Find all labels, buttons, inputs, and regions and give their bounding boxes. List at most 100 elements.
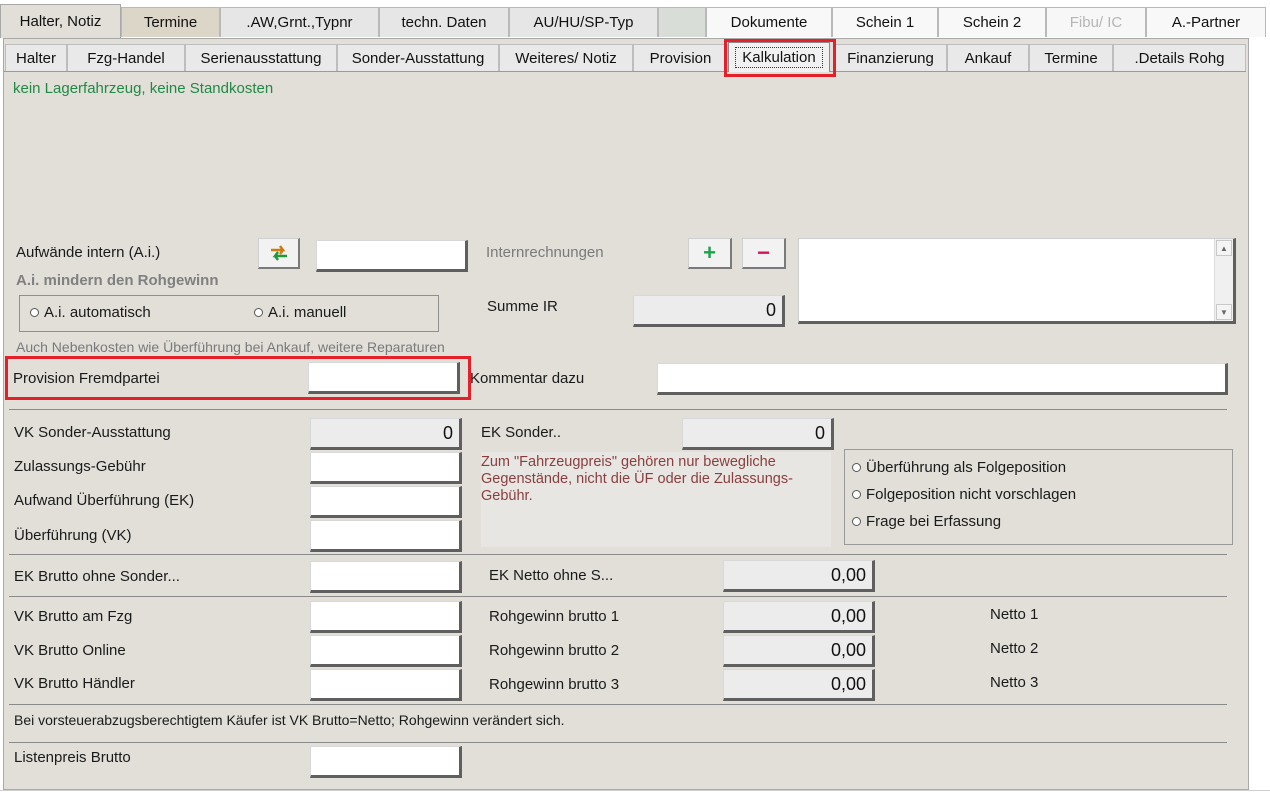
subtab-serienausstattung[interactable]: Serienausstattung: [185, 44, 337, 72]
add-internrechnung-button[interactable]: +: [688, 238, 732, 269]
subtab-label: Serienausstattung: [200, 50, 322, 67]
top-tab-bar: Halter, Notiz Termine .AW,Grnt.,Typnr te…: [0, 0, 1270, 38]
subtab-kalkulation[interactable]: Kalkulation: [728, 42, 830, 72]
radio-ueberfuehrung-folgeposition[interactable]: Überführung als Folgeposition: [852, 459, 1066, 476]
rohgewinn-2-field: 0,00: [723, 635, 875, 667]
tab-label: Schein 2: [962, 14, 1022, 31]
aufwand-ueberfuehrung-input[interactable]: [310, 486, 462, 518]
tab-label: Fibu/ IC: [1069, 14, 1123, 31]
radio-dot-icon: [254, 307, 263, 317]
ek-netto-label: EK Netto ohne S...: [489, 567, 614, 584]
kommentar-input[interactable]: [657, 363, 1228, 395]
subtab-label: Weiteres/ Notiz: [515, 50, 617, 67]
subtab-label: Halter: [15, 50, 56, 67]
listenpreis-input[interactable]: [310, 746, 462, 778]
tab-fibu-ic[interactable]: Fibu/ IC: [1046, 7, 1146, 37]
subtab-label: Ankauf: [964, 50, 1012, 67]
tab-label: Termine: [143, 14, 198, 31]
rohgewinn-3-label: Rohgewinn brutto 3: [489, 676, 620, 693]
aufwand-ueberfuehrung-label: Aufwand Überführung (EK): [14, 492, 195, 509]
tab-label: techn. Daten: [401, 14, 487, 31]
rohgewinn-1-label: Rohgewinn brutto 1: [489, 608, 620, 625]
subtab-finanzierung[interactable]: Finanzierung: [834, 44, 947, 72]
tab-schein-2[interactable]: Schein 2: [938, 7, 1046, 37]
ek-brutto-input[interactable]: [310, 561, 462, 593]
subtab-termine[interactable]: Termine: [1029, 44, 1113, 72]
aufwaende-input[interactable]: [316, 240, 468, 272]
radio-label: Überführung als Folgeposition: [866, 459, 1067, 476]
subtab-label: Termine: [1044, 50, 1098, 67]
divider: [9, 596, 1227, 597]
window-bottom-edge: [0, 790, 1270, 811]
subtab-sonder-ausstattung[interactable]: Sonder-Ausstattung: [337, 44, 499, 72]
scroll-down-icon[interactable]: ▼: [1216, 304, 1232, 320]
aufwaende-label: Aufwände intern (A.i.): [16, 244, 161, 261]
radio-label: A.i. manuell: [268, 304, 347, 321]
info-text: Zum "Fahrzeugpreis" gehören nur beweglic…: [481, 454, 793, 504]
subtab-label: Provision: [649, 50, 712, 67]
subtab-details-rohg[interactable]: .Details Rohg: [1113, 44, 1246, 72]
vk-sonder-label: VK Sonder-Ausstattung: [14, 424, 171, 441]
subtab-label: Kalkulation: [735, 47, 823, 68]
radio-ai-automatisch[interactable]: A.i. automatisch: [30, 304, 151, 321]
subtab-label: Sonder-Ausstattung: [351, 50, 485, 67]
scroll-up-icon[interactable]: ▲: [1216, 240, 1232, 256]
subtab-provision[interactable]: Provision: [633, 44, 728, 72]
radio-label: Folgeposition nicht vorschlagen: [866, 486, 1077, 503]
radio-dot-icon: [852, 462, 861, 472]
window-right-edge: [1250, 38, 1270, 790]
tab-techn-daten[interactable]: techn. Daten: [379, 7, 509, 37]
rohgewinn-3-field: 0,00: [723, 669, 875, 701]
radio-dot-icon: [852, 516, 861, 526]
rohgewinn-1-value: 0,00: [830, 605, 866, 626]
remove-internrechnung-button[interactable]: −: [742, 238, 786, 269]
status-text: kein Lagerfahrzeug, keine Standkosten: [13, 80, 274, 97]
tab-label: A.-Partner: [1171, 14, 1241, 31]
subtab-label: Finanzierung: [847, 50, 934, 67]
ek-sonder-label: EK Sonder..: [481, 424, 562, 441]
subtab-weiteres-notiz[interactable]: Weiteres/ Notiz: [499, 44, 633, 72]
internrechnungen-label: Internrechnungen: [486, 244, 604, 261]
subtab-ankauf[interactable]: Ankauf: [947, 44, 1029, 72]
netto-1-label: Netto 1: [990, 606, 1039, 623]
tab-termine[interactable]: Termine: [121, 7, 220, 37]
tab-aw-grnt-typnr[interactable]: .AW,Grnt.,Typnr: [220, 7, 379, 37]
summe-ir-label: Summe IR: [487, 298, 558, 315]
list-scrollbar[interactable]: ▲ ▼: [1214, 239, 1233, 321]
radio-ai-manuell[interactable]: A.i. manuell: [254, 304, 346, 321]
tab-dokumente[interactable]: Dokumente: [706, 7, 832, 37]
subtab-halter[interactable]: Halter: [5, 44, 67, 72]
radio-folgeposition-nicht[interactable]: Folgeposition nicht vorschlagen: [852, 486, 1076, 503]
tab-a-partner[interactable]: A.-Partner: [1146, 7, 1266, 37]
ek-brutto-label: EK Brutto ohne Sonder...: [14, 568, 180, 585]
zulassung-input[interactable]: [310, 452, 462, 484]
subtab-fzg-handel[interactable]: Fzg-Handel: [67, 44, 185, 72]
internrechnungen-list[interactable]: ▲ ▼: [798, 238, 1236, 324]
ueberfuehrung-vk-input[interactable]: [310, 520, 462, 552]
divider: [9, 409, 1227, 410]
ek-sonder-field: 0: [682, 418, 834, 450]
ek-netto-value: 0,00: [830, 564, 866, 585]
kommentar-label: Kommentar dazu: [470, 370, 585, 387]
aufwaende-note: A.i. mindern den Rohgewinn: [16, 272, 219, 289]
ueberfuehrung-vk-label: Überführung (VK): [14, 527, 132, 544]
subtab-baseline: [4, 71, 1246, 72]
vk-brutto-online-input[interactable]: [310, 635, 462, 667]
radio-label: A.i. automatisch: [44, 304, 151, 321]
listenpreis-label: Listenpreis Brutto: [14, 749, 131, 766]
rohgewinn-3-value: 0,00: [830, 673, 866, 694]
aufwaende-hint: Auch Nebenkosten wie Überführung bei Ank…: [16, 339, 445, 355]
tab-empty[interactable]: [658, 7, 706, 37]
swap-button[interactable]: [258, 238, 300, 269]
swap-arrows-icon: [270, 245, 287, 261]
radio-frage-erfassung[interactable]: Frage bei Erfassung: [852, 513, 1001, 530]
vk-brutto-haendler-input[interactable]: [310, 669, 462, 701]
tab-halter-notiz[interactable]: Halter, Notiz: [0, 4, 121, 38]
tab-au-hu-sp-typ[interactable]: AU/HU/SP-Typ: [509, 7, 658, 37]
radio-label: Frage bei Erfassung: [866, 513, 1002, 530]
vk-brutto-fzg-input[interactable]: [310, 601, 462, 633]
subtab-label: .Details Rohg: [1134, 50, 1225, 67]
tab-schein-1[interactable]: Schein 1: [832, 7, 938, 37]
main-panel: [3, 38, 1249, 790]
provision-fremdpartei-input[interactable]: [308, 362, 460, 394]
